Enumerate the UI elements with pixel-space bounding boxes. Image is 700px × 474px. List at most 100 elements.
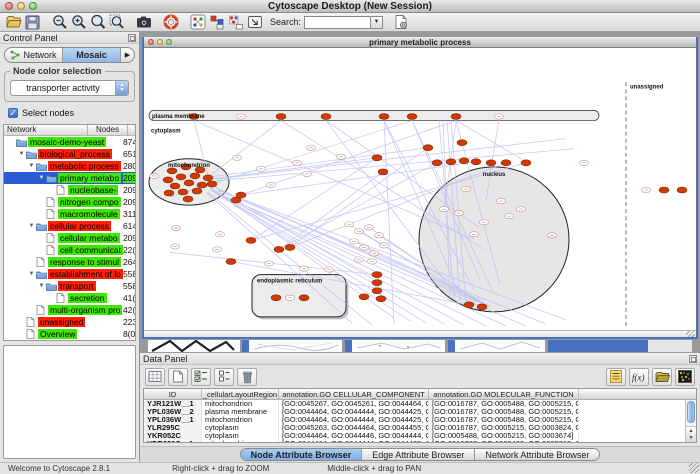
background-windows [142, 340, 698, 352]
file-icon [46, 209, 58, 219]
magnifier-plus-icon[interactable] [69, 14, 88, 31]
tree-row-unassigned[interactable]: unassigned223(0) [4, 316, 135, 328]
table-cell: YPL036W__2 [144, 408, 202, 416]
window-arrow-icon[interactable] [245, 14, 264, 31]
scrollbar-thumb[interactable] [687, 401, 695, 423]
tab-network[interactable]: Network [5, 48, 63, 62]
tab-mosaic[interactable]: Mosaic [63, 48, 121, 62]
table-row[interactable]: YLR295Ccytoplasm[GO:0045263, GO:0044464,… [144, 424, 685, 432]
tree-col-network[interactable]: Network [4, 125, 88, 135]
table-row[interactable]: YPL036W__2plasma membrane[GO:0044464, GO… [144, 408, 685, 416]
tree-label: response to stimul [48, 257, 121, 267]
node-count: 209(0) [123, 197, 135, 207]
node-count: 311(0) [123, 209, 135, 219]
table-row[interactable]: YPL036W__1mitochondrion[GO:0044464, GO:0… [144, 416, 685, 424]
scroll-down-icon[interactable]: ▼ [689, 435, 694, 441]
unselect-attributes-icon[interactable] [214, 368, 234, 386]
attribute-list-icon[interactable] [606, 368, 626, 386]
document-gear-icon[interactable] [391, 14, 410, 31]
tree-row-cellular-metabo[interactable]: cellular metabo209(0) [4, 232, 135, 244]
control-panel-tabs: Network Mosaic ▶ [4, 47, 135, 63]
select-nodes-checkbox[interactable]: ✓ [8, 108, 18, 118]
expander-icon[interactable]: ▼ [27, 271, 36, 277]
node-count: 223(0) [123, 317, 135, 327]
float-panel-icon[interactable] [128, 34, 136, 42]
resize-grip-icon[interactable] [689, 463, 699, 473]
tree-row-mosaic-demo-yeast[interactable]: mosaic-demo-yeast874(0) [4, 136, 135, 148]
expander-icon[interactable]: ▼ [37, 175, 46, 181]
tree-header: Network Nodes [4, 125, 135, 136]
column-header[interactable]: ID [144, 389, 202, 399]
camera-icon[interactable] [134, 14, 153, 31]
tree-row-cellular-process[interactable]: ▼cellular process614(0) [4, 220, 135, 232]
tab-network-attribute-browser[interactable]: Network Attribute Browser [475, 449, 599, 460]
tree-row-transport[interactable]: ▼transport558(0) [4, 280, 135, 292]
network-canvas[interactable]: plasma membranecytoplasmmitochondrionnuc… [144, 48, 696, 330]
table-cell: [GO:0005488, GO:0005215, GO:0003674] [429, 432, 579, 440]
network-document-icon[interactable] [226, 14, 245, 31]
tree-row-primary-metabo[interactable]: ▼primary metabo209(... [4, 172, 135, 184]
tree-row-biological-process[interactable]: ▼biological_process651(0) [4, 148, 135, 160]
float-panel-icon[interactable] [689, 355, 697, 363]
table-cell: plasma membrane [202, 408, 279, 416]
attribute-grid-icon[interactable] [145, 368, 165, 386]
matrix-icon[interactable] [675, 368, 695, 386]
table-row[interactable]: YDR039C__1mitochondrion[GO:0044464, GO:0… [144, 440, 685, 443]
network-red-blue-icon[interactable] [207, 14, 226, 31]
expander-icon[interactable]: ▼ [37, 283, 46, 289]
new-attribute-icon[interactable] [168, 368, 188, 386]
resize-grip-icon[interactable] [686, 331, 695, 337]
node-color-dropdown[interactable]: transporter activity ▲▼ [10, 80, 129, 96]
magnifier-minus-icon[interactable] [50, 14, 69, 31]
folder-icon [36, 162, 48, 171]
group-label: Node color selection [10, 66, 105, 76]
column-header[interactable]: annotation.GO MOLECULAR_FUNCTION [429, 389, 579, 399]
tree-row-response-to-stimul[interactable]: response to stimul264(0) [4, 256, 135, 268]
network-grid-icon[interactable] [188, 14, 207, 31]
search-input[interactable] [304, 16, 370, 29]
expander-icon[interactable]: ▼ [27, 223, 36, 229]
tree-row-nitrogen-compo[interactable]: nitrogen compo209(0) [4, 196, 135, 208]
folder-open-icon[interactable] [4, 14, 23, 31]
tab-node-attribute-browser[interactable]: Node Attribute Browser [241, 449, 363, 460]
tree-row-establishment-of-lo[interactable]: ▼establishment of lo558(0) [4, 268, 135, 280]
table-cell: [GO:0016787, GO:0005488, GO:0005215, G..… [429, 400, 579, 408]
import-attributes-icon[interactable] [652, 368, 672, 386]
tab-edge-attribute-browser[interactable]: Edge Attribute Browser [362, 449, 475, 460]
magnifier-region-icon[interactable] [107, 14, 126, 31]
delete-attribute-icon[interactable] [237, 368, 257, 386]
data-panel: Data Panel f(x) ID_cell [140, 352, 700, 446]
node-count: 209(... [123, 173, 135, 183]
column-header[interactable]: annotation.GO CELLULAR_COMPONENT [279, 389, 429, 399]
search-dropdown-icon[interactable]: ▼ [370, 16, 383, 29]
life-ring-icon[interactable] [161, 14, 180, 31]
table-cell: YLR295C [144, 424, 202, 432]
outline-nodes-group[interactable] [150, 114, 651, 301]
network-view-frame[interactable]: primary metabolic process plasma membran… [142, 37, 698, 339]
magnifier-icon[interactable] [88, 14, 107, 31]
main-toolbar: Search: ▼ [0, 13, 700, 32]
table-row[interactable]: YJR121W__1mitochondrion[GO:0045267, GO:0… [144, 400, 685, 408]
table-scrollbar[interactable]: ▲▼ [685, 400, 696, 442]
tree-row-metabolic-process[interactable]: ▼metabolic process280(0) [4, 160, 135, 172]
tree-row-secretion[interactable]: secretion41(0) [4, 292, 135, 304]
table-row[interactable]: YKR052Ccytoplasm[GO:0044464, GO:0044446,… [144, 432, 685, 440]
table-cell: [GO:0045267, GO:0045261, GO:0044464, G..… [279, 400, 429, 408]
tree-row-multi-organism-pro[interactable]: multi-organism pro42(0) [4, 304, 135, 316]
select-attributes-icon[interactable] [191, 368, 211, 386]
network-mini-icon [10, 50, 20, 60]
expander-icon[interactable]: ▼ [27, 163, 36, 169]
function-builder-icon[interactable]: f(x) [629, 368, 649, 386]
tree-row-cell-communicat[interactable]: cell communicat22(0) [4, 244, 135, 256]
tree-row-overview[interactable]: Overview8(0) [4, 328, 135, 340]
tree-col-nodes[interactable]: Nodes [88, 125, 128, 135]
scroll-up-icon[interactable]: ▲ [689, 428, 694, 434]
tab-overflow-arrow-icon[interactable]: ▶ [121, 48, 134, 62]
tree-row-nucleobase-[interactable]: nucleobase-209(0) [4, 184, 135, 196]
table-cell: [GO:0044464, GO:0044444, GO:0044425, G..… [279, 440, 429, 443]
floppy-save-icon[interactable] [23, 14, 42, 31]
tree-row-macromolecule[interactable]: macromolecule311(0) [4, 208, 135, 220]
node-count: 22(0) [123, 245, 135, 255]
column-header[interactable]: _cellularLayoutRegion [202, 389, 279, 399]
expander-icon[interactable]: ▼ [17, 151, 26, 157]
